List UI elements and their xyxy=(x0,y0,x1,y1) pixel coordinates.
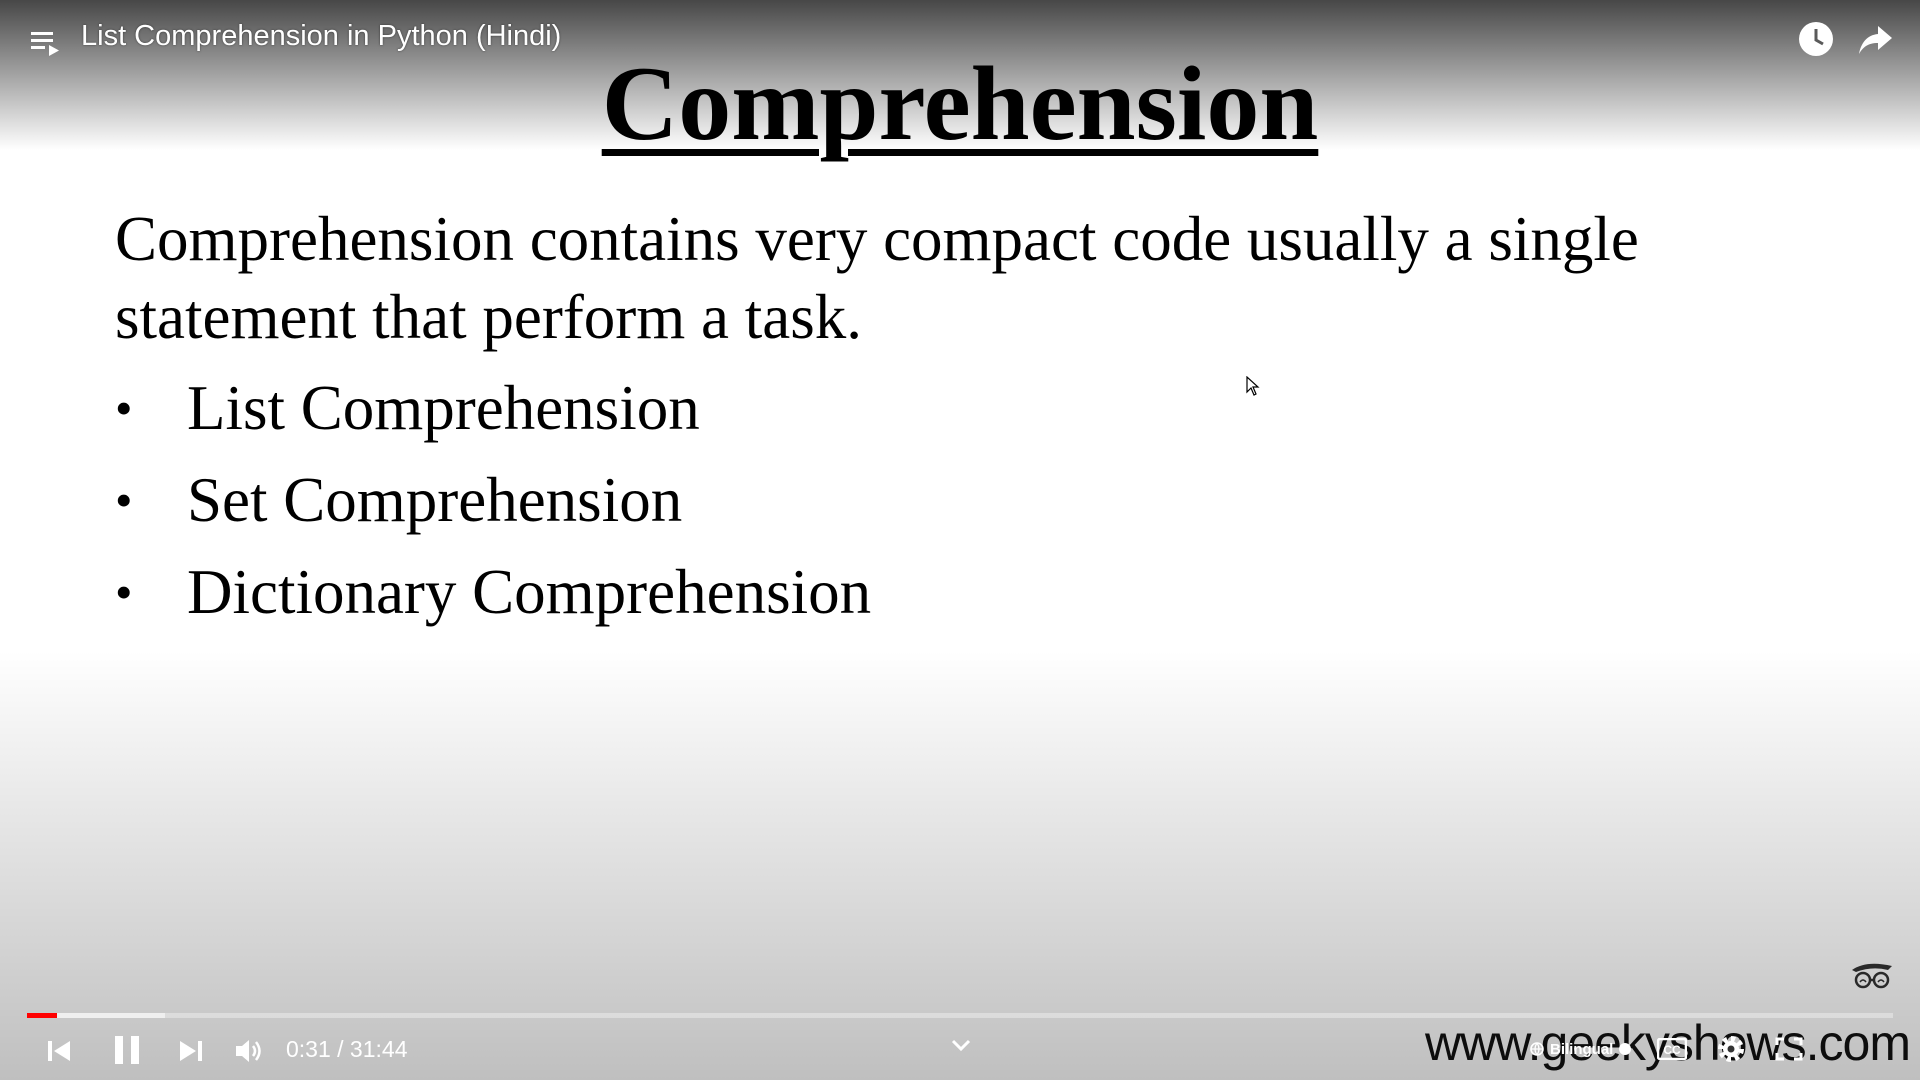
svg-text:CC: CC xyxy=(1664,1043,1682,1057)
globe-icon xyxy=(1530,1042,1544,1056)
bullet-text: List Comprehension xyxy=(187,372,700,443)
clock-icon[interactable] xyxy=(1797,20,1835,58)
geekyshows-logo-icon xyxy=(1852,963,1892,989)
subtitle-language-toggle[interactable]: Bilingual xyxy=(1530,1040,1632,1058)
slide-bullet-list: • List Comprehension • Set Comprehension… xyxy=(115,362,871,638)
progress-played xyxy=(27,1013,57,1018)
playlist-icon[interactable] xyxy=(30,28,62,58)
video-player[interactable]: Comprehension Comprehension contains ver… xyxy=(0,0,1920,1080)
bullet-dot: • xyxy=(115,564,133,620)
slide-bullet-item: • Set Comprehension xyxy=(115,454,871,546)
bullet-text: Set Comprehension xyxy=(187,464,683,535)
pause-icon[interactable] xyxy=(112,1034,142,1066)
bullet-dot: • xyxy=(115,380,133,436)
time-display: 0:31 / 31:44 xyxy=(286,1036,408,1062)
slide-bullet-item: • List Comprehension xyxy=(115,362,871,454)
bullet-dot: • xyxy=(115,472,133,528)
volume-icon[interactable] xyxy=(234,1037,264,1065)
video-frame[interactable]: Comprehension Comprehension contains ver… xyxy=(0,0,1920,1080)
chevron-down-icon[interactable] xyxy=(950,1038,972,1052)
toggle-dot xyxy=(1619,1043,1632,1055)
skip-next-icon[interactable] xyxy=(178,1038,204,1064)
right-controls: Bilingual CC xyxy=(1530,1034,1803,1064)
fullscreen-icon[interactable] xyxy=(1775,1037,1803,1061)
progress-bar[interactable] xyxy=(27,1013,1893,1018)
slide-intro-text: Comprehension contains very compact code… xyxy=(115,204,1639,352)
gear-icon[interactable] xyxy=(1717,1035,1745,1063)
player-top-bar: List Comprehension in Python (Hindi) xyxy=(0,0,1920,80)
subtitle-language-label: Bilingual xyxy=(1550,1040,1614,1058)
skip-previous-icon[interactable] xyxy=(46,1038,72,1064)
subtitles-icon[interactable]: CC xyxy=(1657,1038,1688,1060)
player-controls: 0:31 / 31:44 Bilingual CC xyxy=(0,1024,1920,1080)
bullet-text: Dictionary Comprehension xyxy=(187,556,872,627)
slide-bullet-item: • Dictionary Comprehension xyxy=(115,546,871,638)
mouse-cursor-icon xyxy=(1246,376,1260,396)
share-arrow-icon[interactable] xyxy=(1858,24,1894,56)
video-title[interactable]: List Comprehension in Python (Hindi) xyxy=(81,20,561,53)
